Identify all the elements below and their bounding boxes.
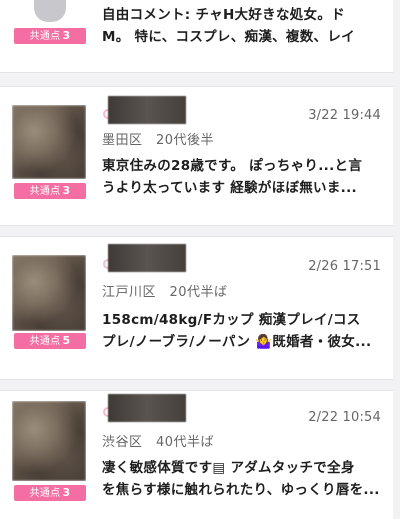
default-avatar-icon <box>34 0 66 22</box>
blurred-photo <box>12 105 86 179</box>
location-age: 墨田区 20代後半 <box>102 133 215 148</box>
badge-label: 共通点 <box>29 186 61 197</box>
comment-line: うより太っています 経験がほぼ無いま... <box>102 180 357 196</box>
comment-line: 158cm/48kg/Fカップ 痴漢プレイ/コス <box>102 312 361 328</box>
avatar <box>12 401 86 481</box>
location-age: 渋谷区 40代半ば <box>102 435 215 450</box>
badge-count: 5 <box>62 334 71 347</box>
badge-label: 共通点 <box>29 31 61 42</box>
post-date: 2/26 17:51 <box>308 259 381 274</box>
comment-text: 凄く敏感体質です▤ アダムタッチで全身 を焦らす様に触れられたり、ゆっくり唇を.… <box>102 457 384 501</box>
blurred-photo <box>12 401 86 481</box>
comment-line: 自由コメント: チャH大好きな処女。ド <box>102 7 345 23</box>
badge-count: 3 <box>62 486 71 499</box>
location-age: 江戸川区 20代半ば <box>102 285 228 300</box>
avatar <box>12 255 86 331</box>
common-points-badge: 共通点 3 <box>14 28 86 44</box>
comment-line: を焦らす様に触れられたり、ゆっくり唇を... <box>102 482 380 498</box>
badge-count: 3 <box>62 29 71 42</box>
username-redacted <box>108 96 186 124</box>
post-date: 3/22 19:44 <box>308 108 381 123</box>
list-item[interactable]: 共通点 5 2/26 17:51 江戸川区 20代半ば 158cm/48kg/Fカ… <box>0 236 393 380</box>
comment-line: 凄く敏感体質です▤ アダムタッチで全身 <box>102 460 355 476</box>
badge-count: 3 <box>62 184 71 197</box>
avatar <box>12 0 86 24</box>
comment-line: プレ/ノーブラ/ノーパン 🤷‍♀️既婚者・彼女... <box>102 334 372 350</box>
list-item[interactable]: 共通点 3 3/22 19:44 墨田区 20代後半 東京住みの28歳です。 ぽっ… <box>0 86 393 226</box>
common-points-badge: 共通点 3 <box>14 183 86 199</box>
post-date: 2/22 10:54 <box>308 410 381 425</box>
blurred-photo <box>12 255 86 331</box>
list-item[interactable]: 共通点 3 2/22 10:54 渋谷区 40代半ば 凄く敏感体質です▤ アダムタ… <box>0 390 393 519</box>
username-redacted <box>108 394 186 422</box>
common-points-badge: 共通点 5 <box>14 333 86 349</box>
comment-text: 東京住みの28歳です。 ぽっちゃり...と言 うより太っています 経験がほぼ無い… <box>102 155 384 199</box>
comment-line: M。 特に、コスプレ、痴漢、複数、レイ <box>102 29 355 45</box>
common-points-badge: 共通点 3 <box>14 485 86 501</box>
avatar <box>12 105 86 179</box>
comment-text: 158cm/48kg/Fカップ 痴漢プレイ/コス プレ/ノーブラ/ノーパン 🤷‍… <box>102 309 384 353</box>
badge-label: 共通点 <box>29 488 61 499</box>
comment-line: 東京住みの28歳です。 ぽっちゃり...と言 <box>102 158 363 174</box>
badge-label: 共通点 <box>29 336 61 347</box>
list-item[interactable]: 共通点 3 自由コメント: チャH大好きな処女。ド M。 特に、コスプレ、痴漢、複… <box>0 0 393 73</box>
comment-text: 自由コメント: チャH大好きな処女。ド M。 特に、コスプレ、痴漢、複数、レイ <box>102 4 384 48</box>
username-redacted <box>108 244 186 272</box>
